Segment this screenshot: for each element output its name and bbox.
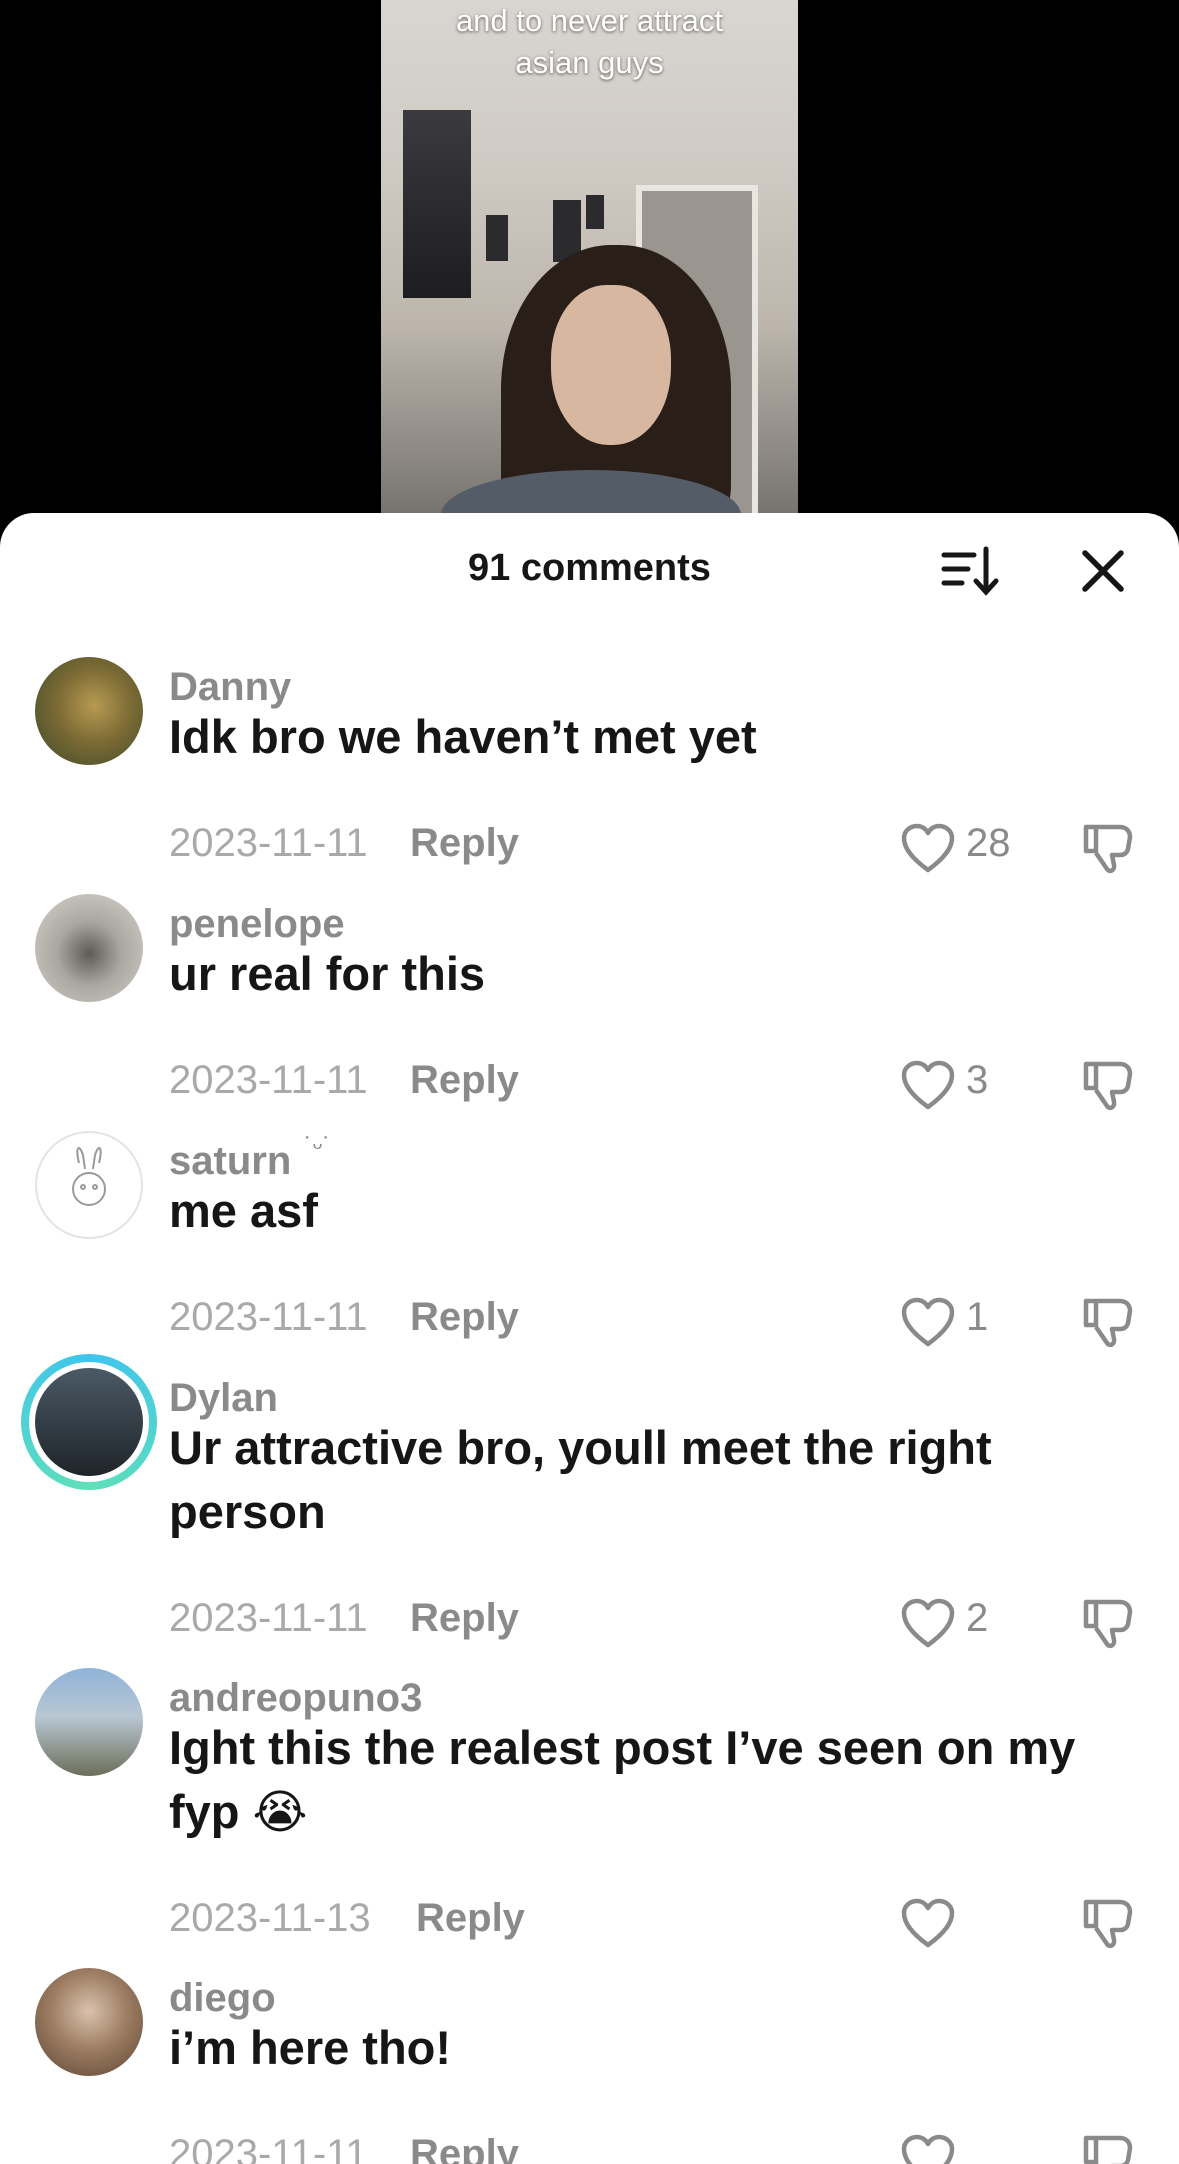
comment-username[interactable]: Dylan bbox=[169, 1376, 278, 1421]
comment-item: saturn ˙ᵕ˙ me asf 2023-11-11 Reply 1 bbox=[0, 1131, 1179, 1361]
comments-count: 91 comments bbox=[468, 547, 711, 589]
comment-username[interactable]: saturn bbox=[169, 1139, 291, 1184]
heart-icon[interactable] bbox=[900, 1060, 956, 1112]
comment-text: Idk bro we haven’t met yet bbox=[169, 710, 757, 763]
dislike-icon[interactable] bbox=[1080, 1594, 1136, 1650]
video-caption-line: asian guys bbox=[515, 45, 664, 80]
reply-button[interactable]: Reply bbox=[416, 1896, 525, 1941]
video-player[interactable]: and to never attract asian guys bbox=[0, 0, 1179, 540]
comment-date: 2023-11-11 bbox=[169, 1295, 368, 1339]
video-poster bbox=[586, 195, 604, 229]
avatar[interactable] bbox=[35, 1668, 143, 1776]
avatar[interactable] bbox=[35, 894, 143, 1002]
comment-date: 2023-11-11 bbox=[169, 1596, 368, 1640]
comment-date: 2023-11-11 bbox=[169, 821, 368, 865]
comment-text: me asf bbox=[169, 1184, 318, 1237]
like-count: 3 bbox=[966, 1058, 989, 1102]
heart-icon[interactable] bbox=[900, 1598, 956, 1650]
avatar-ring-inner bbox=[29, 1362, 149, 1482]
like-count: 28 bbox=[966, 821, 1011, 865]
sort-icon[interactable] bbox=[938, 543, 1000, 599]
close-icon[interactable] bbox=[1075, 543, 1131, 599]
comment-username[interactable]: diego bbox=[169, 1976, 276, 2021]
comment-date: 2023-11-13 bbox=[169, 1896, 371, 1940]
comments-header: 91 comments bbox=[0, 513, 1179, 623]
comment-item: diego i’m here tho! 2023-11-11 Reply bbox=[0, 1968, 1179, 2164]
video-poster bbox=[403, 110, 471, 298]
reply-button[interactable]: Reply bbox=[410, 2132, 519, 2164]
comment-item: Dylan Ur attractive bro, youll meet the … bbox=[0, 1354, 1179, 1668]
comment-text: Ur attractive bro, youll meet the right … bbox=[169, 1421, 992, 1538]
heart-icon[interactable] bbox=[900, 1898, 956, 1950]
like-count: 1 bbox=[966, 1295, 989, 1339]
heart-icon[interactable] bbox=[900, 823, 956, 875]
reply-button[interactable]: Reply bbox=[410, 1058, 519, 1103]
dislike-icon[interactable] bbox=[1080, 2130, 1136, 2164]
comment-date: 2023-11-11 bbox=[169, 2132, 368, 2164]
avatar[interactable] bbox=[35, 1968, 143, 2076]
comment-text: Ight this the realest post I’ve seen on … bbox=[169, 1721, 1076, 1838]
avatar bbox=[35, 1368, 143, 1476]
username-decoration: ˙ᵕ˙ bbox=[304, 1131, 332, 1161]
video-caption: and to never attract asian guys bbox=[381, 0, 798, 84]
avatar[interactable] bbox=[35, 657, 143, 765]
comments-sheet: 91 comments Danny Idk bro we haven’t met… bbox=[0, 513, 1179, 2164]
reply-button[interactable]: Reply bbox=[410, 1596, 519, 1641]
bunny-icon bbox=[72, 1147, 106, 1206]
dislike-icon[interactable] bbox=[1080, 1894, 1136, 1950]
dislike-icon[interactable] bbox=[1080, 1293, 1136, 1349]
heart-icon[interactable] bbox=[900, 1297, 956, 1349]
comment-username[interactable]: andreopuno3 bbox=[169, 1676, 422, 1721]
video-person-face bbox=[551, 285, 671, 445]
comment-item: andreopuno3 Ight this the realest post I… bbox=[0, 1668, 1179, 1968]
reply-button[interactable]: Reply bbox=[410, 1295, 519, 1340]
avatar[interactable] bbox=[35, 1131, 143, 1239]
video-poster bbox=[486, 215, 508, 261]
like-count: 2 bbox=[966, 1596, 989, 1640]
comment-item: penelope ur real for this 2023-11-11 Rep… bbox=[0, 894, 1179, 1124]
comment-text: ur real for this bbox=[169, 947, 486, 1000]
reply-button[interactable]: Reply bbox=[410, 821, 519, 866]
video-caption-line: and to never attract bbox=[455, 3, 724, 38]
comment-username[interactable]: penelope bbox=[169, 902, 345, 947]
comment-item: Danny Idk bro we haven’t met yet 2023-11… bbox=[0, 657, 1179, 887]
avatar-story-ring[interactable] bbox=[21, 1354, 157, 1490]
comment-date: 2023-11-11 bbox=[169, 1058, 368, 1102]
dislike-icon[interactable] bbox=[1080, 1056, 1136, 1112]
heart-icon[interactable] bbox=[900, 2134, 956, 2164]
comment-username[interactable]: Danny bbox=[169, 665, 291, 710]
comment-text: i’m here tho! bbox=[169, 2021, 452, 2074]
dislike-icon[interactable] bbox=[1080, 819, 1136, 875]
